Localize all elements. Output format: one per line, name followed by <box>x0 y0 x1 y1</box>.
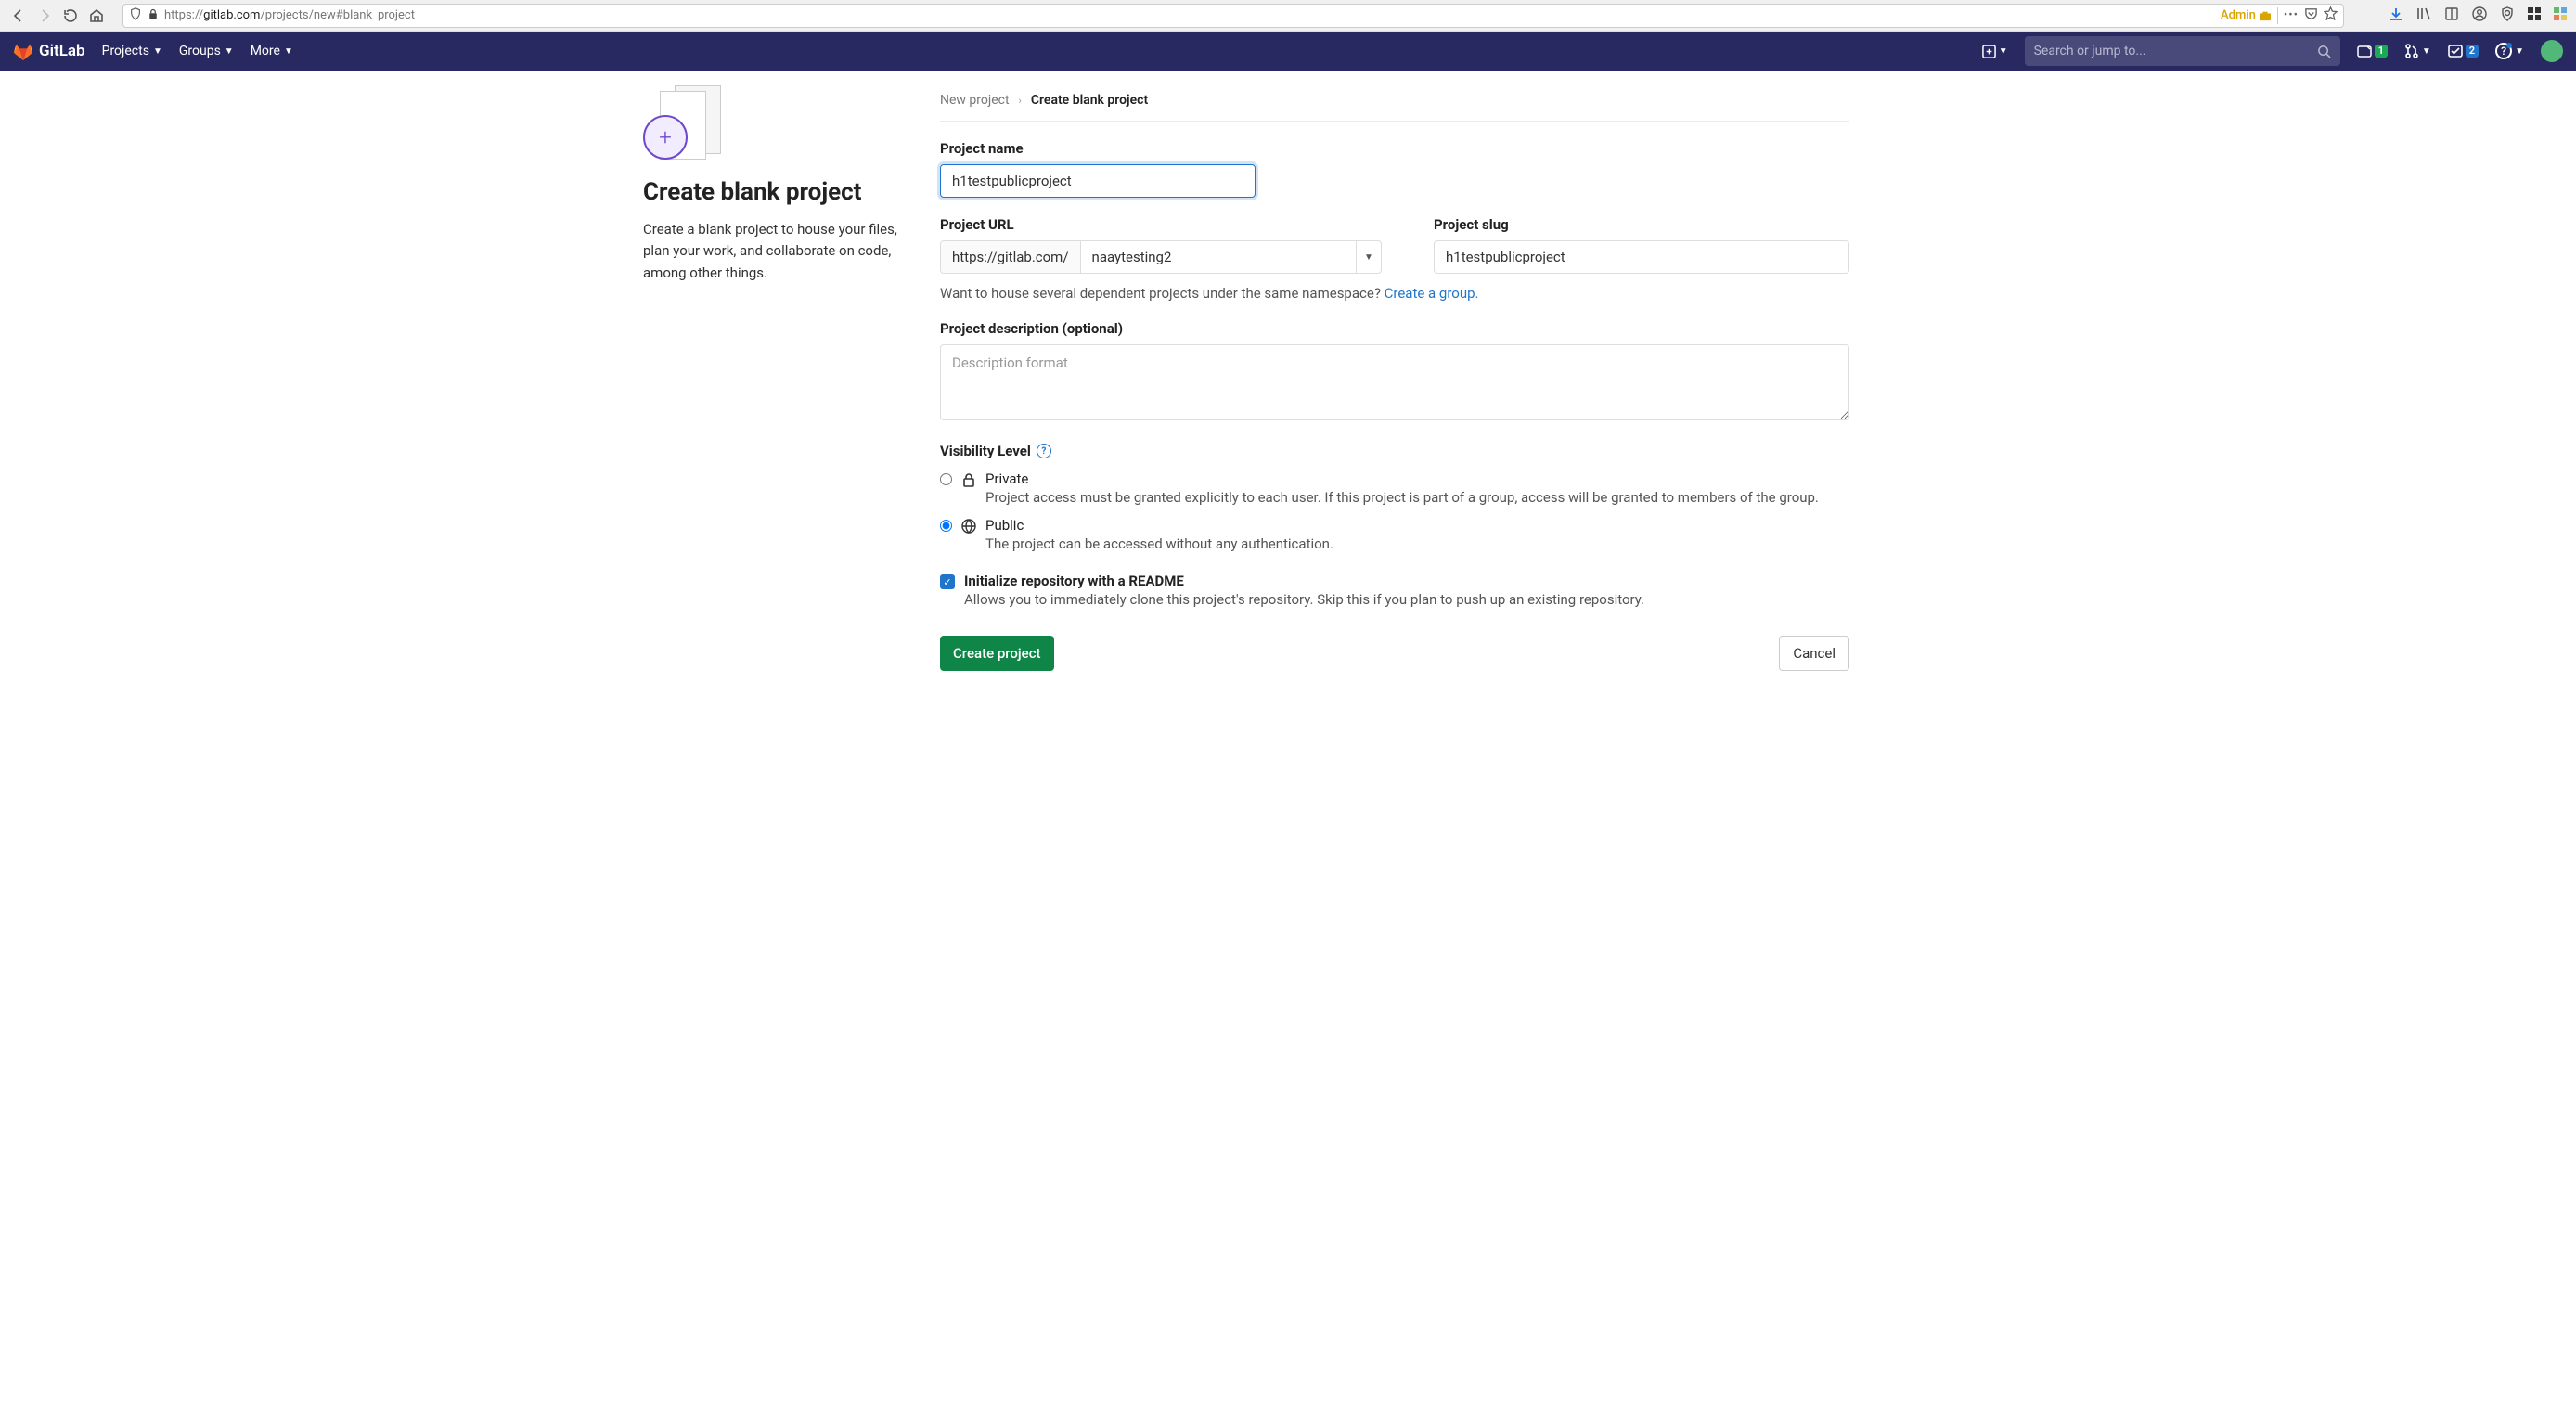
user-avatar[interactable] <box>2541 40 2563 62</box>
browser-toolbar: https://gitlab.com/projects/new#blank_pr… <box>0 0 2576 32</box>
readme-desc: Allows you to immediately clone this pro… <box>964 591 1644 608</box>
issues-count-badge: 1 <box>2375 45 2388 58</box>
nav-groups[interactable]: Groups▼ <box>179 44 234 58</box>
project-slug-input[interactable] <box>1434 240 1849 274</box>
shield-icon <box>129 7 142 24</box>
star-icon[interactable] <box>2324 6 2338 24</box>
project-url-prefix: https://gitlab.com/ <box>940 240 1080 274</box>
chevron-down-icon: ▼ <box>225 46 234 57</box>
back-button[interactable] <box>9 6 28 25</box>
home-button[interactable] <box>87 6 106 25</box>
chevron-down-icon: ▼ <box>1364 252 1373 263</box>
project-url-label: Project URL <box>940 216 1382 233</box>
brand-text: GitLab <box>39 42 85 60</box>
visibility-public-desc: The project can be accessed without any … <box>985 535 1333 552</box>
readme-option[interactable]: ✓ Initialize repository with a README Al… <box>940 573 1849 608</box>
plus-icon: + <box>643 115 688 160</box>
page-description: Create a blank project to house your fil… <box>643 219 918 284</box>
issues-link[interactable]: 1 <box>2357 44 2388 58</box>
visibility-private-desc: Project access must be granted explicitl… <box>985 489 1819 506</box>
visibility-public-title: Public <box>985 517 1024 534</box>
url-text: https://gitlab.com/projects/new#blank_pr… <box>164 8 2215 22</box>
chevron-right-icon: › <box>1019 95 1022 107</box>
todos-link[interactable]: 2 <box>2448 44 2479 58</box>
account-icon[interactable] <box>2472 6 2487 25</box>
admin-badge: Admin <box>2221 8 2272 22</box>
chevron-down-icon: ▼ <box>2515 46 2524 57</box>
merge-requests-link[interactable]: ▼ <box>2404 44 2431 58</box>
chevron-down-icon: ▼ <box>153 46 162 57</box>
library-icon[interactable] <box>2416 6 2431 25</box>
app-topnav: GitLab Projects▼ Groups▼ More▼ ▼ 1 ▼ 2 ?… <box>0 32 2576 71</box>
visibility-private-radio[interactable] <box>940 473 952 485</box>
cancel-button[interactable]: Cancel <box>1779 636 1849 671</box>
help-icon[interactable]: ? <box>1037 444 1051 458</box>
gitlab-logo[interactable]: GitLab <box>13 41 85 61</box>
create-group-link[interactable]: Create a group. <box>1385 285 1479 302</box>
ublock-icon[interactable] <box>2500 6 2515 25</box>
nav-projects[interactable]: Projects▼ <box>102 44 162 58</box>
page-title: Create blank project <box>643 178 918 206</box>
search-icon <box>2317 45 2331 58</box>
chevron-down-icon: ▼ <box>284 46 293 57</box>
search-box[interactable] <box>2025 36 2340 66</box>
help-menu[interactable]: ? ▼ <box>2495 43 2524 59</box>
project-name-input[interactable] <box>940 164 1256 198</box>
extension-icon[interactable] <box>2554 7 2567 24</box>
breadcrumb-parent[interactable]: New project <box>940 93 1010 108</box>
visibility-public-radio[interactable] <box>940 520 952 532</box>
address-bar[interactable]: https://gitlab.com/projects/new#blank_pr… <box>122 4 2344 28</box>
meatball-icon[interactable]: ••• <box>2284 8 2299 22</box>
namespace-dropdown-toggle[interactable]: ▼ <box>1356 240 1382 274</box>
new-plus-menu[interactable]: ▼ <box>1982 45 2008 58</box>
chevron-down-icon: ▼ <box>1999 46 2008 57</box>
project-namespace-select[interactable]: naaytesting2 <box>1080 240 1356 274</box>
globe-icon <box>961 519 976 537</box>
separator <box>2277 7 2278 24</box>
project-description-input[interactable] <box>940 344 1849 420</box>
blank-project-icon: + <box>643 85 918 161</box>
reader-icon[interactable] <box>2444 6 2459 25</box>
readme-title: Initialize repository with a README <box>964 573 1184 589</box>
create-project-button[interactable]: Create project <box>940 636 1054 671</box>
download-icon[interactable] <box>2389 6 2403 25</box>
chevron-down-icon: ▼ <box>2422 46 2431 57</box>
namespace-hint: Want to house several dependent projects… <box>940 285 1849 302</box>
lock-icon <box>148 8 159 23</box>
todos-count-badge: 2 <box>2466 45 2479 58</box>
pocket-icon[interactable] <box>2304 6 2318 24</box>
grid-icon[interactable] <box>2528 7 2541 24</box>
forward-button[interactable] <box>35 6 54 25</box>
browser-extensions <box>2389 6 2567 25</box>
visibility-private-option[interactable]: Private Project access must be granted e… <box>940 471 1849 506</box>
search-input[interactable] <box>2034 44 2310 58</box>
lock-icon <box>961 472 976 491</box>
visibility-public-option[interactable]: Public The project can be accessed witho… <box>940 517 1849 552</box>
breadcrumb: New project › Create blank project <box>940 85 1849 122</box>
project-slug-label: Project slug <box>1434 216 1849 233</box>
project-description-label: Project description (optional) <box>940 320 1849 337</box>
nav-more[interactable]: More▼ <box>251 44 293 58</box>
visibility-label: Visibility Level <box>940 443 1031 459</box>
reload-button[interactable] <box>61 6 80 25</box>
help-icon: ? <box>2495 43 2512 59</box>
visibility-private-title: Private <box>985 471 1028 487</box>
project-name-label: Project name <box>940 140 1849 157</box>
breadcrumb-current: Create blank project <box>1031 93 1148 108</box>
readme-checkbox[interactable]: ✓ <box>940 574 955 589</box>
